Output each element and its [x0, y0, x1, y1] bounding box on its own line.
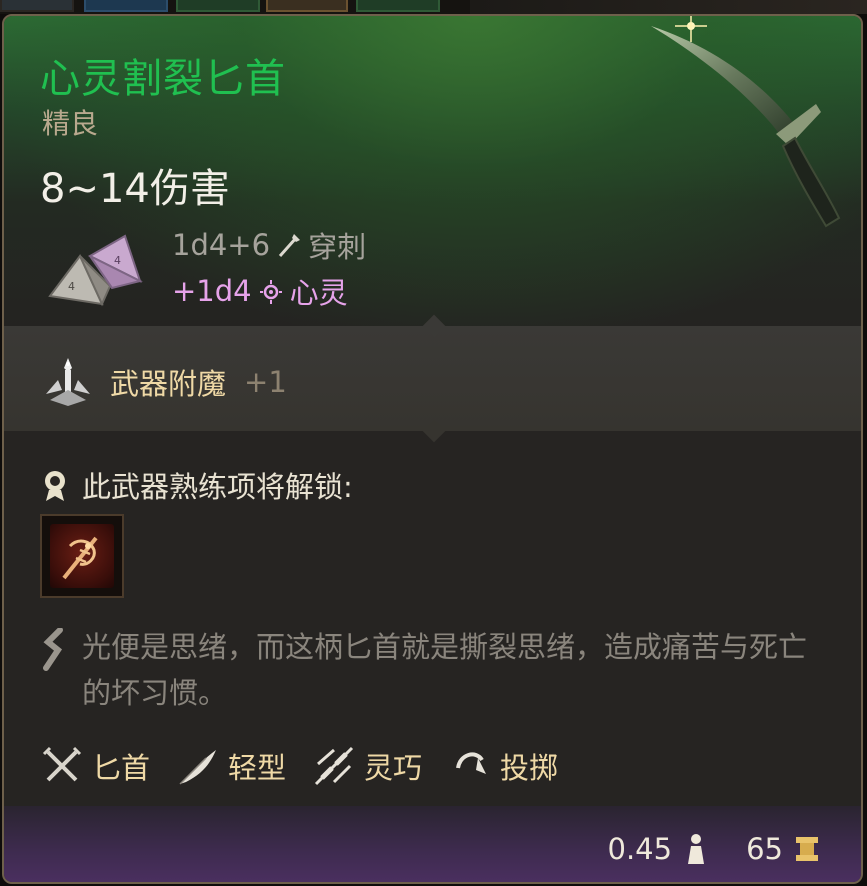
psychic-icon: [259, 280, 282, 304]
weight-icon: [688, 834, 705, 864]
hotbar-slot[interactable]: [356, 0, 440, 12]
hotbar-slot[interactable]: [176, 0, 260, 12]
skill-icon: [50, 524, 114, 588]
thrown-icon: [456, 752, 487, 774]
item-tooltip: 心灵割裂匕首 精良 8~14伤害 4 4 1d4+6 穿刺 +1d4 心灵 武器…: [2, 14, 863, 884]
dagger-illustration: [651, 16, 841, 228]
damage-line-psychic: +1d4 心灵: [172, 270, 348, 312]
property-thrown[interactable]: 投掷: [448, 744, 558, 788]
finesse-icon: [314, 746, 354, 786]
damage-dice: +1d4: [172, 274, 252, 308]
flavor-text: 光便是思绪，而这柄匕首就是撕裂思绪，造成痛苦与死亡的坏习惯。: [82, 630, 808, 710]
damage-line-piercing: 1d4+6 穿刺: [172, 224, 366, 266]
enchantment-label: 武器附魔: [110, 367, 227, 401]
proficiency-unlock: 此武器熟练项将解锁:: [40, 464, 353, 506]
property-light[interactable]: 轻型: [176, 744, 286, 788]
enchantment-value: +1: [244, 365, 287, 399]
hotbar-strip: [0, 0, 867, 14]
gold-coin-icon: [796, 837, 818, 861]
item-weight: 0.45: [607, 832, 673, 866]
damage-dice: 1d4+6: [172, 228, 271, 262]
proficiency-skill-slot[interactable]: [40, 514, 124, 598]
hotbar-slot[interactable]: [266, 0, 348, 12]
flavor-text-block: 光便是思绪，而这柄匕首就是撕裂思绪，造成痛苦与死亡的坏习惯。: [40, 624, 830, 716]
svg-text:4: 4: [114, 254, 121, 267]
proficiency-icon: [45, 471, 65, 501]
weapon-enchantment[interactable]: 武器附魔 +1: [40, 354, 287, 410]
background-scene: [470, 0, 867, 14]
property-finesse[interactable]: 灵巧: [312, 744, 422, 788]
weight-price-row: 0.45 65: [608, 832, 821, 866]
property-label: 投掷: [500, 751, 559, 785]
svg-text:4: 4: [68, 280, 75, 293]
item-price: 65: [746, 832, 783, 866]
damage-range: 8~14伤害: [40, 166, 230, 212]
item-rarity: 精良: [42, 107, 99, 140]
dagger-type-icon: [42, 746, 82, 782]
property-label: 灵巧: [364, 751, 423, 785]
damage-type: 穿刺: [308, 230, 367, 264]
weapon-enchantment-icon: [46, 358, 90, 406]
hotbar-slot[interactable]: [84, 0, 168, 12]
tooltip-footer: 0.45 65: [4, 806, 861, 882]
property-label: 匕首: [92, 751, 151, 785]
quote-icon: [43, 628, 63, 671]
hotbar-slot[interactable]: [0, 0, 74, 12]
piercing-icon: [278, 234, 301, 257]
dice-icon: 4 4: [48, 234, 143, 307]
proficiency-label: 此武器熟练项将解锁:: [82, 470, 353, 504]
item-name: 心灵割裂匕首: [40, 56, 286, 102]
weapon-properties: 匕首 轻型 灵巧 投掷: [40, 744, 584, 788]
property-label: 轻型: [228, 751, 287, 785]
feather-icon: [179, 750, 217, 785]
damage-type: 心灵: [289, 276, 348, 310]
property-dagger[interactable]: 匕首: [40, 744, 150, 788]
